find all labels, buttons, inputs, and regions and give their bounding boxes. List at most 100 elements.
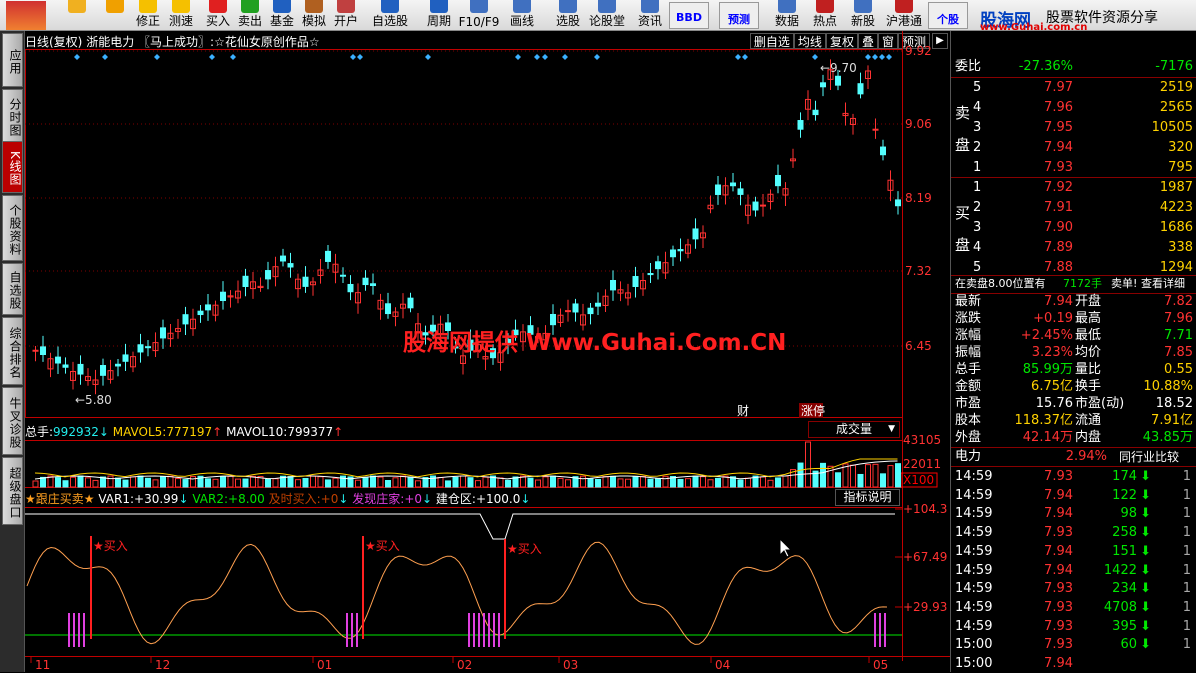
mavol5-line [34,458,898,478]
volume-bar [107,475,114,488]
buy-price: 7.92 [1044,180,1073,195]
sidebar-tab-0[interactable]: 应用 [2,33,23,87]
toolbar-button-11[interactable]: F10/F9 [458,0,500,31]
sidebar-tab-2[interactable]: K线图 [2,141,23,193]
buy-level-row: 2 7.91 4223 [951,199,1196,217]
price-tick-label: 7.32 [905,264,932,278]
volume-bar [175,478,181,488]
tick-volume: 122 [1112,487,1137,503]
volume-bar [460,475,466,488]
volume-bar [617,478,624,488]
stat-value: +2.45% [1020,328,1073,343]
stat-row: 最新 7.94 开盘 7.82 [951,293,1196,311]
tick-time: 14:59 [955,506,993,522]
wb-label: 委比 [955,59,982,74]
stat-label: 振幅 [955,345,982,360]
tick-price: 7.94 [1044,487,1073,503]
stat-label: 内盘 [1075,430,1102,445]
toolbar-button-20[interactable]: 新股 [846,0,880,31]
down-arrow-icon: ⬇ [1140,599,1151,615]
date-tick-label: 02 [457,658,472,672]
volume-bar [362,477,369,488]
volume-bar [415,480,421,488]
buy-price: 7.89 [1044,240,1073,255]
candle-body [565,310,571,313]
toolbar-button-6[interactable]: 基金 [266,0,298,31]
big-order-notice: 在卖盘8.00位置有 7172手 卖单! 查看详细 [951,275,1196,293]
toolbar-button-10[interactable]: 周期 [418,0,460,31]
tick-count: 1 [1182,618,1191,634]
toolbar-button-8[interactable]: 开户 [330,0,362,31]
toolbar-label: 选股 [555,14,580,28]
toolbar-button-7[interactable]: 模拟 [298,0,330,31]
toolbar-button-16[interactable]: BBD [669,2,709,29]
toolbar-button-15[interactable]: 资讯 [632,0,668,31]
tick-volume: 60 [1120,637,1137,653]
stat-row: 金额 6.75亿 换手 10.88% [951,378,1196,396]
toolbar-button-5[interactable]: 卖出 [234,0,266,31]
volume-bar [662,475,669,488]
tick-price: 7.93 [1044,599,1073,615]
sell-price: 7.97 [1044,80,1073,95]
indicator-header: ★跟庄买卖★ VAR1:+30.99↓ VAR2:+8.00 及时买入:+0↓ … [25,492,531,506]
toolbar-button-21[interactable]: 沪港通 [884,0,924,31]
toolbar-button-14[interactable]: 论股堂 [585,0,629,31]
volume-bar [580,475,586,488]
tick-count: 1 [1182,581,1191,597]
stat-value: 43.85万 [1142,430,1193,445]
candle-body [205,304,211,311]
volume-bar [737,479,744,488]
stat-value: +0.19 [1033,311,1073,326]
toolbar-button-18[interactable]: 数据 [770,0,804,31]
stat-value: 7.71 [1164,328,1193,343]
tick-price: 7.94 [1044,562,1073,578]
app-logo-icon [6,1,46,30]
tick-time: 14:59 [955,562,993,578]
tick-time: 15:00 [955,656,993,671]
stat-value: 7.85 [1164,345,1193,360]
sector-compare-button[interactable]: 同行业比较 [1119,448,1179,466]
volume-bar [92,479,99,488]
toolbar-button-0[interactable] [60,0,94,31]
stat-label: 涨幅 [955,328,982,343]
buy-volume: 1987 [1159,180,1193,195]
volume-bar [62,480,69,488]
volume-bar [295,479,301,488]
stock-icon: 个股 [937,13,959,26]
sidebar-tab-6[interactable]: 牛叉诊股 [2,387,23,455]
tick-price: 7.94 [1044,656,1073,671]
volume-bar [212,478,219,488]
stat-row: 涨幅 +2.45% 最低 7.71 [951,327,1196,345]
toolbar-button-1[interactable] [100,0,130,31]
toolbar-button-4[interactable]: 买入 [202,0,234,31]
indicator-help-button[interactable]: 指标说明 [835,489,900,506]
var2-value: +8.00 [228,492,265,506]
sidebar-tab-1[interactable]: 分时图 [2,89,23,143]
diamond-marker [879,54,885,60]
sidebar-tab-5[interactable]: 综合排名 [2,317,23,385]
notice-detail-link[interactable]: 查看详细 [1141,275,1185,293]
tick-count: 1 [1182,487,1191,503]
candle-body [730,182,736,187]
toolbar-button-17[interactable]: 预测 [719,2,759,29]
sell-volume: 795 [1168,160,1193,175]
toolbar-button-19[interactable]: 热点 [808,0,842,31]
toolbar-button-12[interactable]: 画线 [504,0,540,31]
toolbar-button-22[interactable]: 个股 [928,2,968,29]
sidebar-tab-7[interactable]: 超级盘口 [2,457,23,525]
volume-bar [287,476,294,488]
volume-selector[interactable]: 成交量 ▼ [808,421,900,438]
level-index: 4 [973,100,982,115]
toolbar-button-9[interactable]: 自选股 [368,0,412,31]
volume-tick-label: X100 [903,473,934,487]
toolbar-button-13[interactable]: 选股 [550,0,586,31]
sector-change: 2.94% [1065,449,1107,464]
sidebar-tab-3[interactable]: 个股资料 [2,195,23,261]
stat-row: 股本 118.37亿 流通 7.91亿 [951,412,1196,430]
sidebar-tab-4[interactable]: 自选股 [2,263,23,315]
diamond-marker [735,54,741,60]
volume-bar [32,480,39,488]
toolbar-button-2[interactable]: 修正 [132,0,164,31]
stat-value: 3.23% [1031,345,1073,360]
toolbar-button-3[interactable]: 测速 [165,0,197,31]
